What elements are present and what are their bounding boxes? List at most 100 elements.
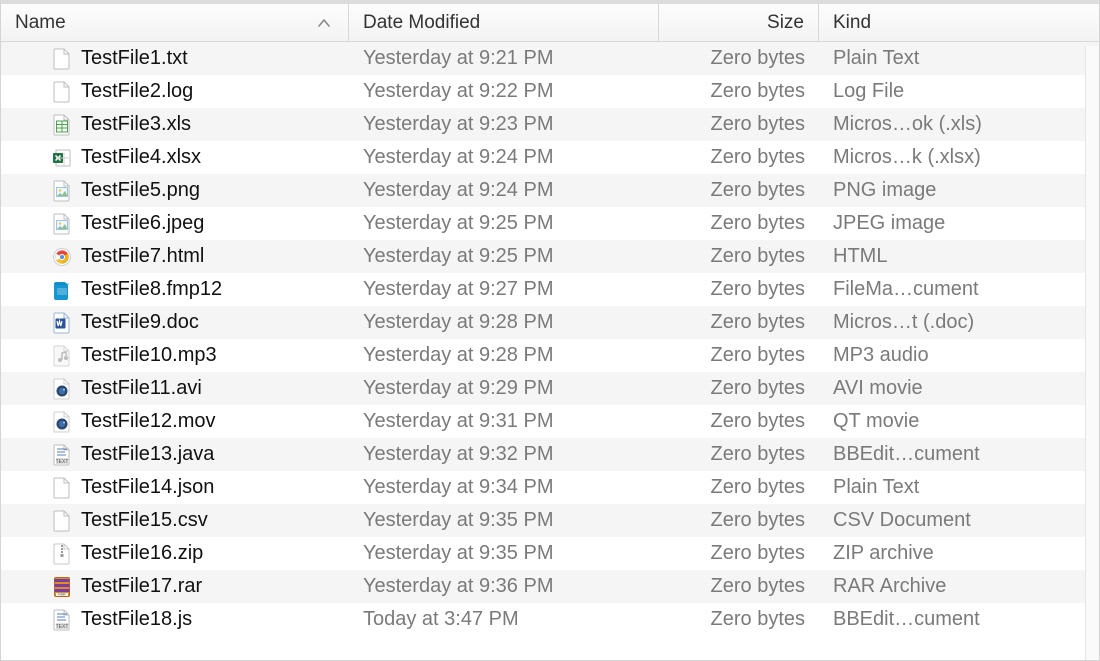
file-row[interactable]: TestFile15.csvYesterday at 9:35 PMZero b… [1,504,1099,537]
file-name-cell[interactable]: TestFile1.txt [1,47,349,71]
file-row[interactable]: TestFile12.movYesterday at 9:31 PMZero b… [1,405,1099,438]
file-kind-cell: CSV Document [819,509,1099,532]
file-name-cell[interactable]: TestFile2.log [1,80,349,104]
file-row[interactable]: TestFile4.xlsxYesterday at 9:24 PMZero b… [1,141,1099,174]
file-kind-cell: BBEdit…cument [819,443,1099,466]
svg-text:TEXT: TEXT [56,459,69,465]
file-kind-cell: RAR Archive [819,575,1099,598]
file-row[interactable]: TestFile5.pngYesterday at 9:24 PMZero by… [1,174,1099,207]
file-name-cell[interactable]: TestFile8.fmp12 [1,278,349,302]
xls-file-icon [51,113,73,137]
file-name-label: TestFile11.avi [81,377,202,400]
jpeg-file-icon [51,212,73,236]
column-header-date[interactable]: Date Modified [349,4,659,41]
column-header-size[interactable]: Size [659,4,819,41]
txt-file-icon [51,47,73,71]
file-kind-cell: QT movie [819,410,1099,433]
file-row[interactable]: TestFile2.logYesterday at 9:22 PMZero by… [1,75,1099,108]
file-name-cell[interactable]: TestFile11.avi [1,377,349,401]
file-kind-cell: Plain Text [819,476,1099,499]
file-kind-cell: Plain Text [819,47,1099,70]
file-row[interactable]: TestFile1.txtYesterday at 9:21 PMZero by… [1,42,1099,75]
file-row[interactable]: TestFile11.aviYesterday at 9:29 PMZero b… [1,372,1099,405]
file-date-cell: Yesterday at 9:22 PM [349,80,659,103]
file-row[interactable]: TestFile9.docYesterday at 9:28 PMZero by… [1,306,1099,339]
file-name-label: TestFile3.xls [81,113,191,136]
column-header-name[interactable]: Name [1,4,349,41]
file-name-cell[interactable]: TestFile12.mov [1,410,349,434]
file-name-cell[interactable]: TestFile6.jpeg [1,212,349,236]
file-kind-cell: AVI movie [819,377,1099,400]
file-date-cell: Yesterday at 9:23 PM [349,113,659,136]
file-name-cell[interactable]: TestFile7.html [1,245,349,269]
file-size-cell: Zero bytes [659,278,819,301]
file-name-cell[interactable]: RARTestFile17.rar [1,575,349,599]
file-kind-cell: Log File [819,80,1099,103]
file-row[interactable]: RARTestFile17.rarYesterday at 9:36 PMZer… [1,570,1099,603]
file-size-cell: Zero bytes [659,608,819,631]
file-date-cell: Yesterday at 9:28 PM [349,344,659,367]
file-kind-cell: FileMa…cument [819,278,1099,301]
file-kind-cell: JPEG image [819,212,1099,235]
file-size-cell: Zero bytes [659,443,819,466]
file-kind-cell: HTML [819,245,1099,268]
svg-text:TEXT: TEXT [56,624,69,630]
file-size-cell: Zero bytes [659,113,819,136]
file-row[interactable]: TEXTTestFile13.javaYesterday at 9:32 PMZ… [1,438,1099,471]
file-name-cell[interactable]: TestFile3.xls [1,113,349,137]
sort-ascending-icon [318,15,330,31]
file-row[interactable]: TestFile8.fmp12Yesterday at 9:27 PMZero … [1,273,1099,306]
file-row[interactable]: TestFile10.mp3 Yesterday at 9:28 PMZero b… [1,339,1099,372]
fmp-file-icon [51,278,73,302]
file-date-cell: Yesterday at 9:29 PM [349,377,659,400]
file-date-cell: Yesterday at 9:25 PM [349,212,659,235]
file-size-cell: Zero bytes [659,509,819,532]
file-name-label: TestFile13.java [81,443,214,466]
file-name-label: TestFile10.mp3 [81,344,217,367]
file-row[interactable]: TestFile7.htmlYesterday at 9:25 PMZero b… [1,240,1099,273]
file-row[interactable]: TestFile3.xls Yesterday at 9:23 PMZero by… [1,108,1099,141]
zip-file-icon [51,542,73,566]
file-name-cell[interactable]: TestFile15.csv [1,509,349,533]
file-name-label: TestFile7.html [81,245,204,268]
svg-text:RAR: RAR [58,592,66,596]
avi-file-icon [51,377,73,401]
file-name-label: TestFile9.doc [81,311,199,334]
doc-file-icon [51,311,73,335]
txt-file-icon [51,476,73,500]
file-row[interactable]: TestFile14.jsonYesterday at 9:34 PMZero … [1,471,1099,504]
file-row[interactable]: TestFile16.zipYesterday at 9:35 PMZero b… [1,537,1099,570]
file-name-cell[interactable]: TestFile14.json [1,476,349,500]
file-name-cell[interactable]: TestFile10.mp3 [1,344,349,368]
file-kind-cell: ZIP archive [819,542,1099,565]
file-date-cell: Yesterday at 9:35 PM [349,509,659,532]
file-size-cell: Zero bytes [659,410,819,433]
file-name-label: TestFile18.js [81,608,192,631]
file-date-cell: Yesterday at 9:28 PM [349,311,659,334]
file-name-cell[interactable]: TEXT TestFile18.js [1,608,349,632]
column-header-row: Name Date Modified Size Kind [1,4,1099,42]
file-row[interactable]: TestFile6.jpegYesterday at 9:25 PMZero b… [1,207,1099,240]
file-kind-cell: BBEdit…cument [819,608,1099,631]
rar-file-icon: RAR [51,575,73,599]
mp3-file-icon [51,344,73,368]
file-date-cell: Yesterday at 9:35 PM [349,542,659,565]
file-row[interactable]: TEXTTestFile18.jsToday at 3:47 PMZero by… [1,603,1099,636]
vertical-scrollbar[interactable] [1085,46,1099,660]
file-name-label: TestFile14.json [81,476,214,499]
file-name-label: TestFile8.fmp12 [81,278,222,301]
file-kind-cell: MP3 audio [819,344,1099,367]
file-name-cell[interactable]: TestFile16.zip [1,542,349,566]
file-kind-cell: Micros…k (.xlsx) [819,146,1099,169]
file-kind-cell: Micros…ok (.xls) [819,113,1099,136]
column-header-kind-label: Kind [833,12,871,34]
file-size-cell: Zero bytes [659,575,819,598]
bbedit-file-icon: TEXT [51,443,73,467]
file-name-cell[interactable]: TestFile9.doc [1,311,349,335]
file-name-cell[interactable]: TestFile4.xlsx [1,146,349,170]
file-name-cell[interactable]: TEXT TestFile13.java [1,443,349,467]
file-name-cell[interactable]: TestFile5.png [1,179,349,203]
column-header-kind[interactable]: Kind [819,4,1099,41]
mov-file-icon [51,410,73,434]
file-size-cell: Zero bytes [659,344,819,367]
